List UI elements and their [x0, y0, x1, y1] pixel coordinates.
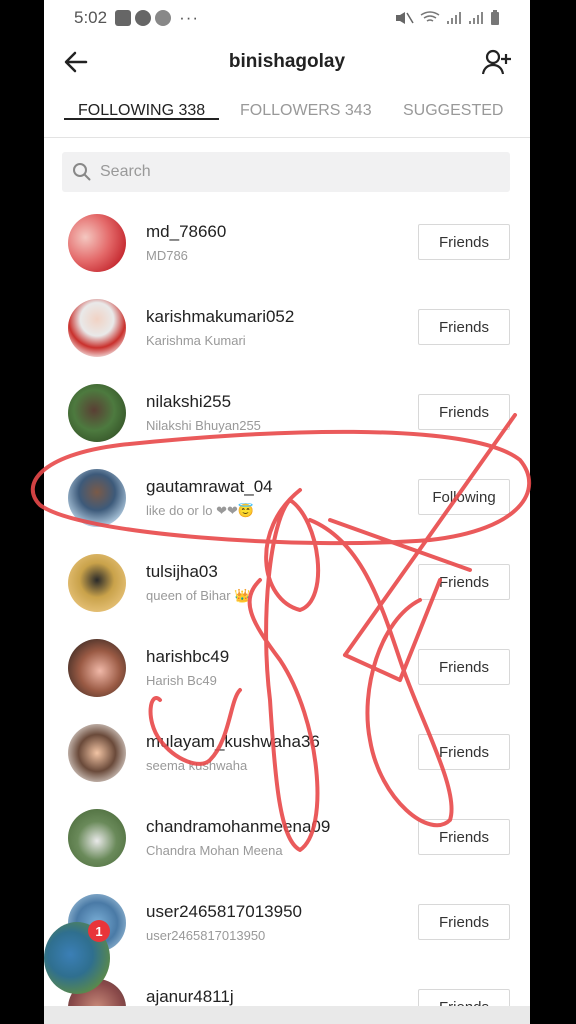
avatar[interactable] — [68, 639, 126, 697]
back-arrow-icon[interactable] — [62, 48, 90, 76]
tab-following[interactable]: FOLLOWING 338 — [63, 88, 220, 120]
avatar[interactable] — [68, 554, 126, 612]
username[interactable]: gautamrawat_04 — [146, 477, 273, 497]
username[interactable]: md_78660 — [146, 222, 226, 242]
search-input[interactable] — [100, 163, 480, 181]
wifi-icon — [420, 11, 440, 22]
friends-button[interactable]: Friends — [418, 819, 510, 855]
list-item[interactable]: chandramohanmeena09 Chandra Mohan Meena … — [44, 795, 530, 880]
list-item[interactable]: gautamrawat_04 like do or lo ❤❤😇 Followi… — [44, 455, 530, 540]
top-bar: binishagolay — [44, 40, 530, 84]
display-name: queen of Bihar 👑 — [146, 588, 251, 603]
username[interactable]: ajanur4811j — [146, 987, 234, 1007]
friends-button[interactable]: Friends — [418, 564, 510, 600]
messenger-icon — [135, 10, 152, 26]
friends-button[interactable]: Friends — [418, 224, 510, 260]
list-item[interactable]: mulayam_kushwaha36 seema kushwaha Friend… — [44, 710, 530, 795]
list-item[interactable]: md_78660 MD786 Friends — [44, 200, 530, 285]
battery-icon — [491, 10, 499, 25]
display-name: Harish Bc49 — [146, 673, 217, 688]
friends-button[interactable]: Friends — [418, 394, 510, 430]
username[interactable]: nilakshi255 — [146, 392, 231, 412]
notification-badge: 1 — [88, 920, 110, 942]
add-user-icon[interactable] — [482, 48, 512, 76]
list-item[interactable]: karishmakumari052 Karishma Kumari Friend… — [44, 285, 530, 370]
username[interactable]: harishbc49 — [146, 647, 229, 667]
username[interactable]: chandramohanmeena09 — [146, 817, 330, 837]
display-name: MD786 — [146, 248, 188, 263]
status-right-icons — [394, 10, 500, 26]
avatar[interactable] — [68, 469, 126, 527]
list-item[interactable]: harishbc49 Harish Bc49 Friends — [44, 625, 530, 710]
status-bar: 5:02 ··· — [44, 0, 530, 36]
display-name: Karishma Kumari — [146, 333, 246, 348]
notification-icons — [115, 10, 172, 26]
nav-bar — [44, 1006, 530, 1024]
friends-button[interactable]: Friends — [418, 904, 510, 940]
list-item[interactable]: nilakshi255 Nilakshi Bhuyan255 Friends — [44, 370, 530, 455]
display-name: Nilakshi Bhuyan255 — [146, 418, 261, 433]
friends-button[interactable]: Friends — [418, 649, 510, 685]
username[interactable]: mulayam_kushwaha36 — [146, 732, 320, 752]
search-icon — [73, 163, 91, 181]
sync-icon — [155, 10, 172, 26]
avatar[interactable] — [68, 809, 126, 867]
tab-followers[interactable]: FOLLOWERS 343 — [240, 88, 372, 120]
signal-icon — [447, 12, 461, 24]
signal-2-icon — [469, 12, 483, 24]
avatar[interactable] — [68, 384, 126, 442]
avatar[interactable] — [68, 214, 126, 272]
username[interactable]: user2465817013950 — [146, 902, 302, 922]
list-item[interactable]: tulsijha03 queen of Bihar 👑 Friends — [44, 540, 530, 625]
display-name: Chandra Mohan Meena — [146, 843, 283, 858]
tab-bar: FOLLOWING 338 FOLLOWERS 343 SUGGESTED — [44, 88, 530, 138]
mute-icon — [396, 12, 414, 24]
friends-button[interactable]: Friends — [418, 309, 510, 345]
tab-suggested[interactable]: SUGGESTED — [403, 88, 503, 120]
avatar[interactable] — [68, 724, 126, 782]
page-title: binishagolay — [228, 51, 346, 72]
app-notification-icon — [115, 10, 132, 26]
username[interactable]: tulsijha03 — [146, 562, 218, 582]
avatar[interactable] — [68, 299, 126, 357]
search-bar[interactable] — [62, 152, 510, 192]
display-name: like do or lo ❤❤😇 — [146, 503, 255, 518]
display-name: user2465817013950 — [146, 928, 266, 943]
status-time: 5:02 — [74, 8, 108, 27]
friends-button[interactable]: Friends — [418, 734, 510, 770]
app-screen: 5:02 ··· binishagolay FOLLOWING 338 FOLL… — [44, 0, 530, 1024]
username[interactable]: karishmakumari052 — [146, 307, 294, 327]
display-name: seema kushwaha — [146, 758, 248, 773]
more-notifications-icon: ··· — [179, 8, 200, 27]
list-item[interactable]: user2465817013950 user2465817013950 Frie… — [44, 880, 530, 965]
following-button[interactable]: Following — [418, 479, 510, 515]
